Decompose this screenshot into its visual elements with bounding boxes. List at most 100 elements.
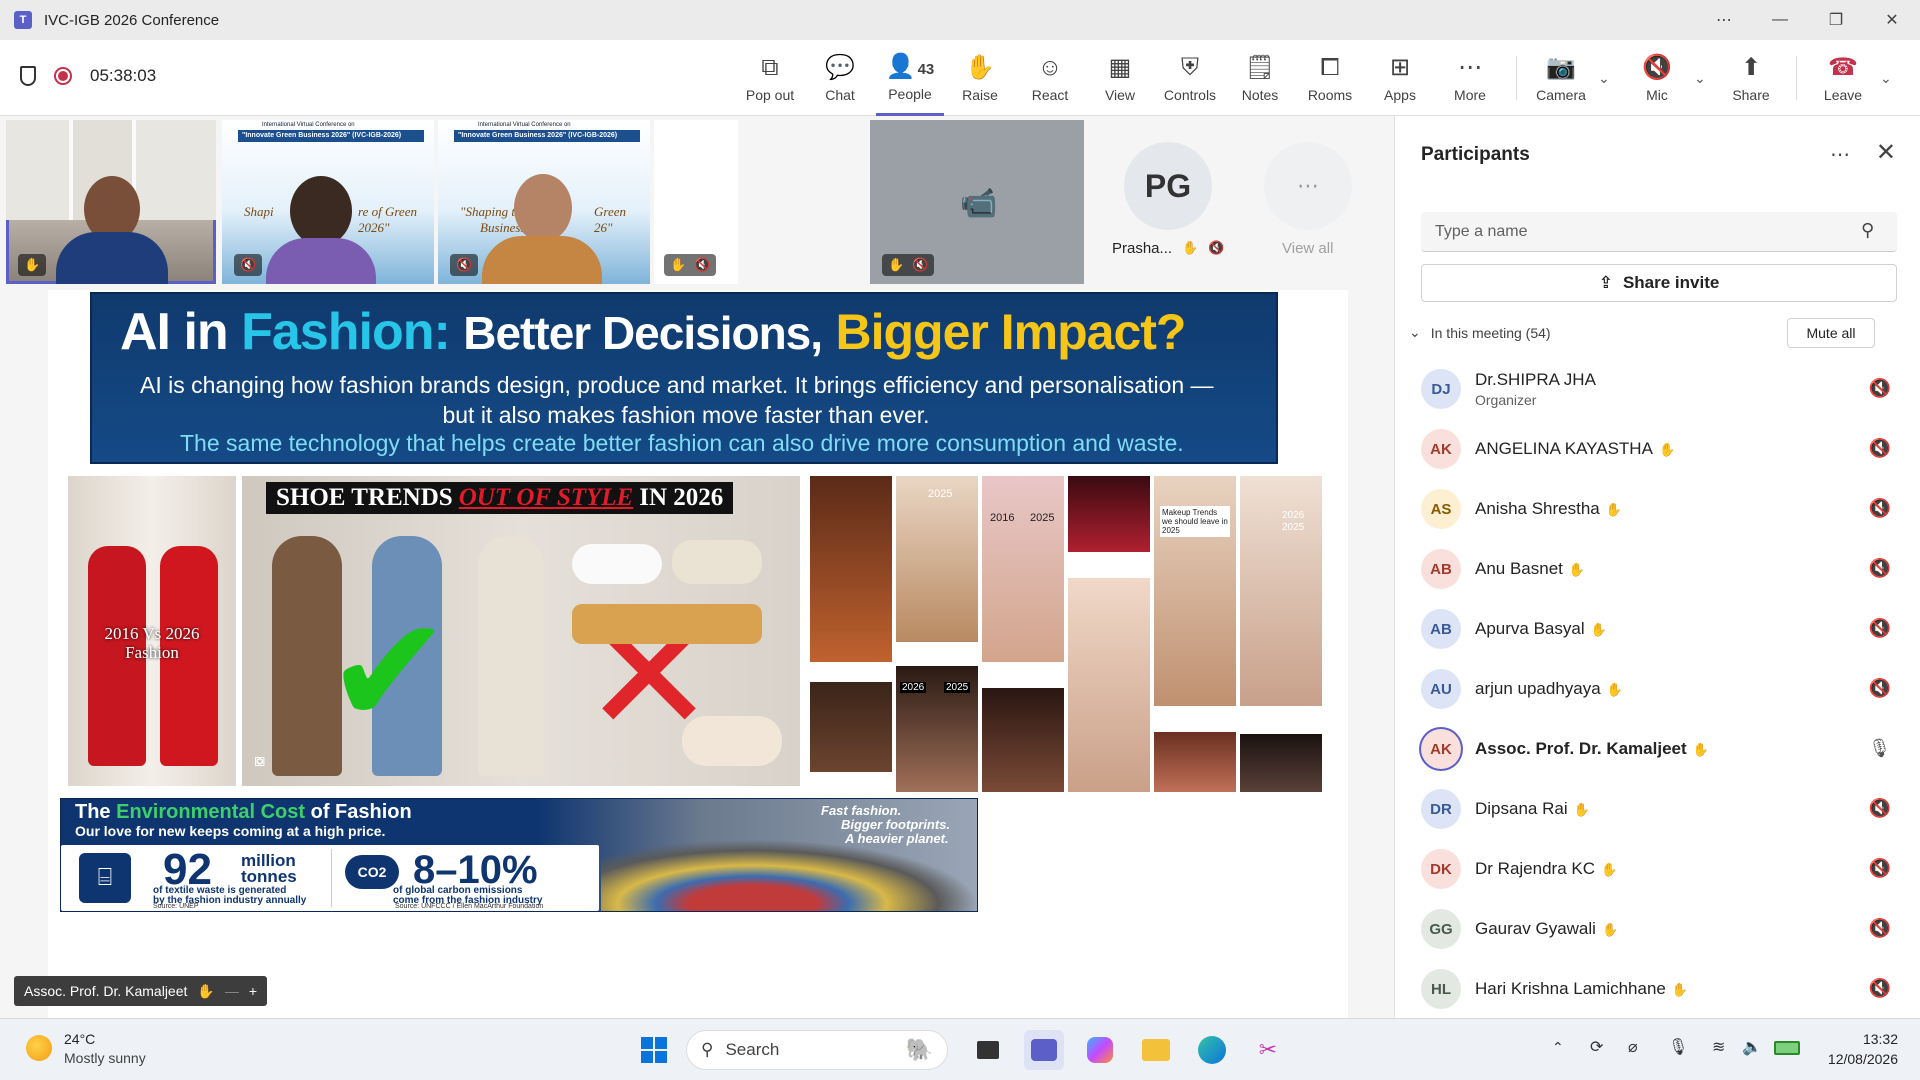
wifi-icon[interactable]: ≋ bbox=[1712, 1037, 1725, 1057]
tile-slide-subtitle: "Innovate Green Business 2026" (IVC-IGB-… bbox=[238, 130, 424, 142]
close-icon[interactable]: ✕ bbox=[1876, 138, 1896, 167]
zoom-out-button[interactable]: — bbox=[225, 983, 239, 999]
task-view-button[interactable] bbox=[968, 1030, 1008, 1070]
participant-row[interactable]: AB Anu Basnet ✋ 🔇 bbox=[1421, 544, 1897, 594]
mic-off-icon[interactable]: 🔇 bbox=[1869, 858, 1891, 879]
participant-search-input[interactable] bbox=[1421, 212, 1897, 252]
participant-row[interactable]: AS Anisha Shrestha ✋ 🔇 bbox=[1421, 484, 1897, 534]
battery-icon[interactable] bbox=[1774, 1041, 1800, 1055]
rooms-button[interactable]: ⧠ Rooms bbox=[1296, 40, 1364, 116]
mic-off-icon[interactable]: 🔇 bbox=[1869, 978, 1891, 999]
participant-info: Anisha Shrestha ✋ bbox=[1461, 499, 1622, 519]
environmental-cost-panel: The Environmental Cost of Fashion Our lo… bbox=[60, 798, 978, 912]
participant-name-text: Dr.SHIPRA JHA bbox=[1475, 370, 1596, 389]
taskbar-search[interactable]: ⚲ Search 🐘 bbox=[686, 1030, 948, 1070]
mic-off-icon[interactable]: 🔇 bbox=[1869, 378, 1891, 399]
mic-off-icon[interactable]: 🔇 bbox=[1869, 918, 1891, 939]
in-meeting-toggle[interactable]: ⌄ In this meeting (54) bbox=[1409, 324, 1551, 341]
video-tile-speaker[interactable]: ✋ bbox=[6, 120, 216, 284]
apps-button[interactable]: ⊞ Apps bbox=[1366, 40, 1434, 116]
env-stats-box: ⌸ 92 million tonnes of textile waste is … bbox=[61, 845, 599, 911]
leave-button[interactable]: ☎ Leave bbox=[1808, 40, 1878, 116]
participant-name-text: ANGELINA KAYASTHA bbox=[1475, 439, 1653, 458]
react-button[interactable]: ☺ React bbox=[1016, 40, 1084, 116]
chat-button[interactable]: 💬 Chat bbox=[806, 40, 874, 116]
video-tile-participant-2[interactable]: International Virtual Conference on "Inn… bbox=[222, 120, 434, 284]
leave-chevron-icon[interactable]: ⌄ bbox=[1880, 70, 1892, 87]
scissors-icon: ✂ bbox=[1258, 1037, 1278, 1062]
participant-row[interactable]: GG Gaurav Gyawali ✋ 🔇 bbox=[1421, 904, 1897, 954]
hand-status-icon: ✋ bbox=[1601, 862, 1618, 877]
mic-off-icon[interactable]: 🔇 bbox=[1869, 678, 1891, 699]
mic-off-icon[interactable]: 🔇 bbox=[1869, 798, 1891, 819]
mic-off-icon[interactable]: 🔇 bbox=[1869, 498, 1891, 519]
notes-button[interactable]: 🗒 Notes bbox=[1226, 40, 1294, 116]
mute-all-button[interactable]: Mute all bbox=[1787, 318, 1875, 348]
mic-off-icon[interactable]: 🔇 bbox=[1869, 558, 1891, 579]
camera-button[interactable]: 📷 Camera bbox=[1526, 40, 1596, 116]
title-bar: T IVC-IGB 2026 Conference ⋯ — ❐ ✕ bbox=[0, 0, 1920, 40]
recording-icon bbox=[54, 67, 72, 85]
view-button[interactable]: ▦ View bbox=[1086, 40, 1154, 116]
pop-out-button[interactable]: ⧉ Pop out bbox=[736, 40, 804, 116]
start-button[interactable] bbox=[634, 1030, 674, 1070]
more-button[interactable]: ⋯ More bbox=[1436, 40, 1504, 116]
video-tile-participant-3[interactable]: International Virtual Conference on "Inn… bbox=[438, 120, 650, 284]
people-button[interactable]: 👤 43 People bbox=[876, 40, 944, 116]
participant-row[interactable]: DJ Dr.SHIPRA JHA Organizer 🔇 bbox=[1421, 364, 1897, 414]
volume-mute-icon[interactable]: 🔈 bbox=[1742, 1037, 1762, 1057]
stat1-source: Source: UNEP bbox=[153, 903, 199, 910]
participant-row[interactable]: DR Dipsana Rai ✋ 🔇 bbox=[1421, 784, 1897, 834]
share-invite-button[interactable]: ⇪ Share invite bbox=[1421, 264, 1897, 302]
video-tile-avatar[interactable]: PG Prasha... ✋ 🔇 bbox=[1090, 120, 1254, 284]
weather-temp[interactable]: 24°C bbox=[64, 1031, 95, 1047]
sync-icon[interactable]: ⟳ bbox=[1590, 1037, 1603, 1057]
meeting-toolbar: 05:38:03 ⧉ Pop out 💬 Chat 👤 43 People ✋ Raise… bbox=[0, 40, 1920, 116]
windows-logo-icon bbox=[641, 1037, 667, 1063]
minimize-button[interactable]: — bbox=[1752, 0, 1808, 40]
participant-row[interactable]: HL Hari Krishna Lamichhane ✋ 🔇 bbox=[1421, 964, 1897, 1014]
participant-row[interactable]: DK Dr Rajendra KC ✋ 🔇 bbox=[1421, 844, 1897, 894]
shield-icon[interactable] bbox=[20, 66, 36, 86]
edge-icon bbox=[1198, 1036, 1226, 1064]
raise-hand-button[interactable]: ✋ Raise bbox=[946, 40, 1014, 116]
collage-photo bbox=[810, 682, 892, 772]
video-tile-camera-off[interactable]: 📹 ✋ 🔇 bbox=[870, 120, 1084, 284]
share-button[interactable]: ⬆ Share bbox=[1716, 40, 1786, 116]
file-explorer-button[interactable] bbox=[1136, 1030, 1176, 1070]
video-tile-participant-4[interactable]: ✋ 🔇 bbox=[654, 120, 738, 284]
camera-chevron-icon[interactable]: ⌄ bbox=[1598, 70, 1610, 87]
participant-row[interactable]: AK ANGELINA KAYASTHA ✋ 🔇 bbox=[1421, 424, 1897, 474]
clock-date[interactable]: 12/08/2026 bbox=[1808, 1051, 1898, 1067]
sun-icon[interactable] bbox=[26, 1035, 52, 1061]
participant-row[interactable]: AB Apurva Basyal ✋ 🔇 bbox=[1421, 604, 1897, 654]
mic-off-tray-icon[interactable]: 🎙 bbox=[1668, 1037, 1688, 1057]
copilot-button[interactable] bbox=[1080, 1030, 1120, 1070]
people-count: 43 bbox=[917, 60, 935, 78]
collage-photo bbox=[1154, 732, 1236, 792]
participant-row[interactable]: AK Assoc. Prof. Dr. Kamaljeet ✋ 🎙 bbox=[1421, 724, 1897, 774]
shoe-heading-mid: OUT OF STYLE bbox=[458, 484, 634, 511]
participant-name-text: Dipsana Rai bbox=[1475, 799, 1568, 818]
weather-desc[interactable]: Mostly sunny bbox=[64, 1050, 146, 1066]
edge-button[interactable] bbox=[1192, 1030, 1232, 1070]
clock-time[interactable]: 13:32 bbox=[1818, 1031, 1898, 1047]
mic-chevron-icon[interactable]: ⌄ bbox=[1694, 70, 1706, 87]
view-all-tile[interactable]: ⋯ View all bbox=[1262, 120, 1386, 284]
snipping-tool-button[interactable]: ✂ bbox=[1248, 1030, 1288, 1070]
ellipsis-icon[interactable]: ⋯ bbox=[1830, 142, 1850, 167]
restore-button[interactable]: ❐ bbox=[1808, 0, 1864, 40]
zoom-in-button[interactable]: + bbox=[249, 983, 257, 999]
more-options-icon[interactable]: ⋯ bbox=[1696, 0, 1752, 40]
teams-taskbar-button[interactable] bbox=[1024, 1030, 1064, 1070]
mic-off-icon[interactable]: 🔇 bbox=[1869, 618, 1891, 639]
mic-off-icon[interactable]: 🔇 bbox=[1869, 438, 1891, 459]
mic-on-icon[interactable]: 🎙 bbox=[1868, 738, 1891, 759]
mic-button[interactable]: 🔇 Mic bbox=[1622, 40, 1692, 116]
close-window-button[interactable]: ✕ bbox=[1864, 0, 1920, 40]
camera-off-tray-icon[interactable]: ⌀ bbox=[1628, 1037, 1638, 1057]
chevron-up-icon[interactable]: ⌃ bbox=[1552, 1039, 1564, 1056]
env-title-b: Environmental Cost bbox=[116, 801, 306, 823]
participant-row[interactable]: AU arjun upadhyaya ✋ 🔇 bbox=[1421, 664, 1897, 714]
controls-button[interactable]: ⛨ Controls bbox=[1156, 40, 1224, 116]
